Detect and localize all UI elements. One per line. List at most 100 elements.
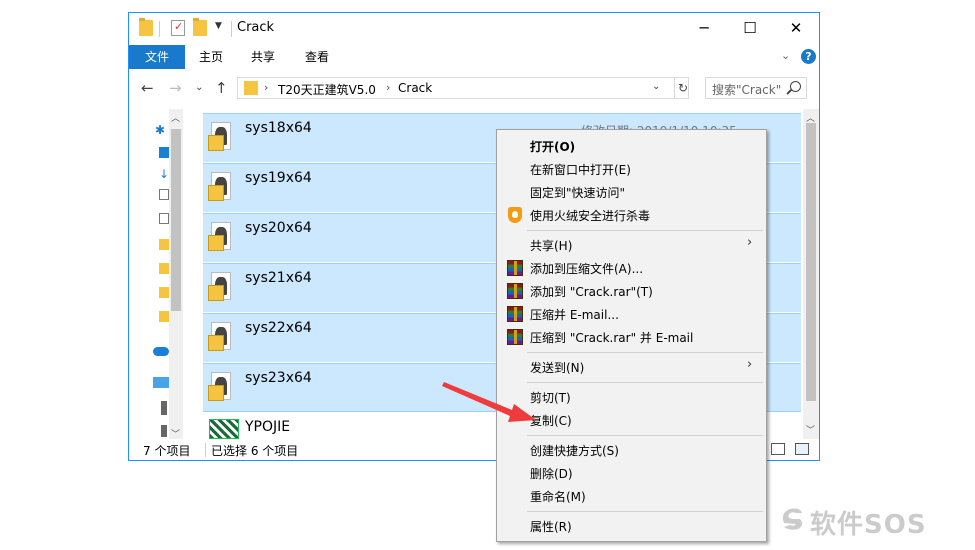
menu-item-rename[interactable]: 重命名(M) <box>530 488 586 505</box>
menu-separator <box>527 511 763 512</box>
details-view-icon[interactable] <box>771 443 785 455</box>
menu-separator <box>527 352 763 353</box>
submenu-chevron-icon: › <box>747 357 753 372</box>
file-name: sys18x64 <box>245 120 312 136</box>
properties-icon[interactable] <box>171 20 185 36</box>
file-name: sys23x64 <box>245 370 312 386</box>
menu-item-delete[interactable]: 删除(D) <box>530 465 573 482</box>
context-menu: 打开(O) 在新窗口中打开(E) 固定到"快速访问" 使用火绒安全进行杀毒 共享… <box>496 129 767 542</box>
file-name: sys19x64 <box>245 170 312 186</box>
menu-item-add-archive[interactable]: 添加到压缩文件(A)... <box>530 260 643 277</box>
winrar-icon <box>507 329 523 345</box>
scrollbar-thumb[interactable] <box>806 123 816 401</box>
breadcrumb-chevron-icon[interactable]: › <box>386 81 390 94</box>
folder-icon <box>244 81 258 95</box>
winrar-icon <box>507 260 523 276</box>
menu-item-create-shortcut[interactable]: 创建快捷方式(S) <box>530 442 619 459</box>
folder-icon[interactable] <box>159 239 169 250</box>
submenu-chevron-icon: › <box>747 235 753 250</box>
scroll-down-chevron-icon[interactable]: ﹀ <box>171 427 180 440</box>
toolbar-divider <box>159 21 160 37</box>
new-folder-icon[interactable] <box>193 18 207 36</box>
file-name: sys20x64 <box>245 220 312 236</box>
folder-icon[interactable] <box>159 311 169 322</box>
winrar-icon <box>507 306 523 322</box>
minimize-button[interactable]: ─ <box>681 13 727 45</box>
file-icon <box>208 222 231 251</box>
title-bar[interactable]: ▼ Crack ─ ☐ ✕ <box>129 13 819 45</box>
selected-count: 已选择 6 个项目 <box>211 444 299 458</box>
file-icon <box>208 322 231 351</box>
menu-item-compress-email[interactable]: 压缩并 E-mail... <box>530 306 619 323</box>
recent-locations-chevron-icon[interactable]: ⌄ <box>195 82 203 93</box>
quick-access-pin-icon[interactable]: ✱ <box>155 123 165 137</box>
tab-view[interactable]: 查看 <box>305 45 329 69</box>
refresh-icon[interactable]: ↻ <box>674 78 691 98</box>
tab-home[interactable]: 主页 <box>199 45 223 69</box>
this-pc-icon[interactable] <box>153 377 169 388</box>
menu-separator <box>527 435 763 436</box>
menu-item-pin-quick-access[interactable]: 固定到"快速访问" <box>530 184 625 201</box>
menu-item-send-to[interactable]: 发送到(N) <box>530 359 584 376</box>
menu-item-compress-crack-email[interactable]: 压缩到 "Crack.rar" 并 E-mail <box>530 329 693 346</box>
documents-icon[interactable] <box>159 189 169 200</box>
menu-item-open-new-window[interactable]: 在新窗口中打开(E) <box>530 161 631 178</box>
menu-item-open[interactable]: 打开(O) <box>530 138 575 155</box>
search-placeholder: 搜索"Crack" <box>712 83 782 97</box>
pictures-icon[interactable] <box>159 213 169 224</box>
help-icon[interactable]: ? <box>801 49 816 64</box>
address-dropdown-chevron-icon[interactable]: ⌄ <box>652 81 660 92</box>
scrollbar-thumb[interactable] <box>171 129 181 311</box>
address-bar[interactable]: › T20天正建筑V5.0 › Crack ⌄ ↻ <box>237 77 689 99</box>
menu-item-share[interactable]: 共享(H) <box>530 237 572 254</box>
scroll-up-chevron-icon[interactable]: ︿ <box>171 111 180 124</box>
customize-toolbar-dropdown-icon[interactable]: ▼ <box>215 21 222 31</box>
file-name: sys21x64 <box>245 270 312 286</box>
window-title: Crack <box>237 20 275 35</box>
watermark-text: 软件SOS <box>810 510 927 540</box>
tab-file[interactable]: 文件 <box>129 45 185 69</box>
navigation-bar: ← → ⌄ ↑ › T20天正建筑V5.0 › Crack ⌄ ↻ 搜索"Cra… <box>129 73 819 105</box>
file-icon <box>208 172 231 201</box>
scroll-down-chevron-icon[interactable]: ﹀ <box>806 423 815 436</box>
back-arrow-icon[interactable]: ← <box>141 79 154 97</box>
menu-item-virus-scan[interactable]: 使用火绒安全进行杀毒 <box>530 207 650 224</box>
navigation-pane[interactable]: ✱ ↓ ︿ ﹀ <box>129 109 185 440</box>
maximize-button[interactable]: ☐ <box>727 13 773 45</box>
status-divider <box>205 443 206 457</box>
annotation-arrow-icon <box>442 382 536 422</box>
breadcrumb-crack[interactable]: Crack <box>398 81 432 95</box>
forward-arrow-icon[interactable]: → <box>169 79 182 97</box>
folder-icon[interactable] <box>159 287 169 298</box>
expand-ribbon-chevron-icon[interactable]: ⌄ <box>781 49 790 62</box>
file-name: YPOJIE <box>245 419 291 435</box>
onedrive-icon[interactable] <box>153 347 169 356</box>
drive-icon[interactable] <box>161 425 167 437</box>
menu-item-properties[interactable]: 属性(R) <box>530 518 572 535</box>
menu-separator <box>527 382 763 383</box>
tab-share[interactable]: 共享 <box>251 45 275 69</box>
downloads-icon[interactable]: ↓ <box>159 167 169 181</box>
file-icon <box>208 372 231 401</box>
watermark-logo-icon <box>782 508 803 530</box>
close-button[interactable]: ✕ <box>773 13 819 45</box>
folder-icon[interactable] <box>139 18 153 36</box>
file-icon <box>208 272 231 301</box>
file-icon <box>208 122 231 151</box>
up-arrow-icon[interactable]: ↑ <box>215 79 228 97</box>
breadcrumb-t20[interactable]: T20天正建筑V5.0 <box>278 81 376 98</box>
menu-item-add-crack-rar[interactable]: 添加到 "Crack.rar"(T) <box>530 283 653 300</box>
folder-icon[interactable] <box>159 263 169 274</box>
navigation-scrollbar[interactable]: ︿ ﹀ <box>169 109 183 440</box>
search-icon[interactable] <box>790 81 801 92</box>
huorong-shield-icon <box>508 207 522 223</box>
ypojie-file-icon <box>209 417 239 439</box>
drive-icon[interactable] <box>161 401 167 415</box>
file-name: sys22x64 <box>245 320 312 336</box>
search-input[interactable]: 搜索"Crack" <box>705 77 807 99</box>
desktop-icon[interactable] <box>159 147 169 158</box>
large-icons-view-icon[interactable] <box>795 443 809 455</box>
file-list-scrollbar[interactable]: ︿ ﹀ <box>803 109 819 439</box>
breadcrumb-chevron-icon[interactable]: › <box>264 81 268 94</box>
winrar-icon <box>507 283 523 299</box>
